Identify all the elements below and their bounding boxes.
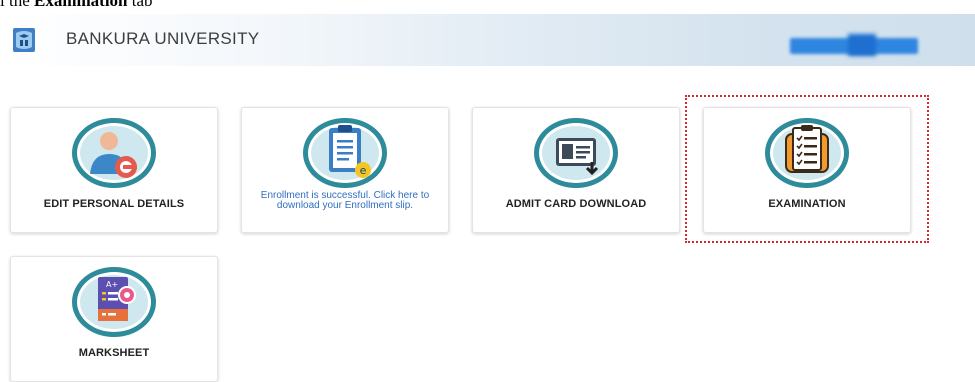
enrollment-slip-card[interactable]: e Enrollment is successful. Click here t…	[241, 107, 449, 233]
marksheet-card[interactable]: A+ MARKSHEET	[10, 256, 218, 382]
enrollment-slip-link[interactable]: Enrollment is successful. Click here to …	[252, 191, 438, 211]
marksheet-label: MARKSHEET	[78, 347, 150, 359]
clipboard-icon: e	[303, 118, 387, 188]
instruction-caption: l the Examination tab	[0, 0, 153, 10]
edit-personal-details-label: EDIT PERSONAL DETAILS	[43, 198, 185, 210]
admit-card-download-label: ADMIT CARD DOWNLOAD	[505, 198, 647, 210]
edit-personal-details-card[interactable]: EDIT PERSONAL DETAILS	[10, 107, 218, 233]
caption-prefix: l the	[0, 0, 34, 10]
caption-suffix: tab	[127, 0, 153, 10]
examination-highlight-box	[685, 95, 929, 243]
admit-card-download-card[interactable]: ADMIT CARD DOWNLOAD	[472, 107, 680, 233]
university-logo-icon	[13, 28, 35, 52]
redacted-user-info-block	[848, 34, 876, 56]
svg-text:e: e	[360, 164, 367, 177]
caption-bold: Examination	[34, 0, 128, 10]
user-edit-icon	[72, 118, 156, 188]
university-name: BANKURA UNIVERSITY	[66, 29, 260, 48]
id-card-download-icon	[534, 118, 618, 188]
marksheet-icon: A+	[72, 267, 156, 337]
portal-header: BANKURA UNIVERSITY	[0, 14, 975, 66]
svg-text:A+: A+	[106, 280, 118, 289]
